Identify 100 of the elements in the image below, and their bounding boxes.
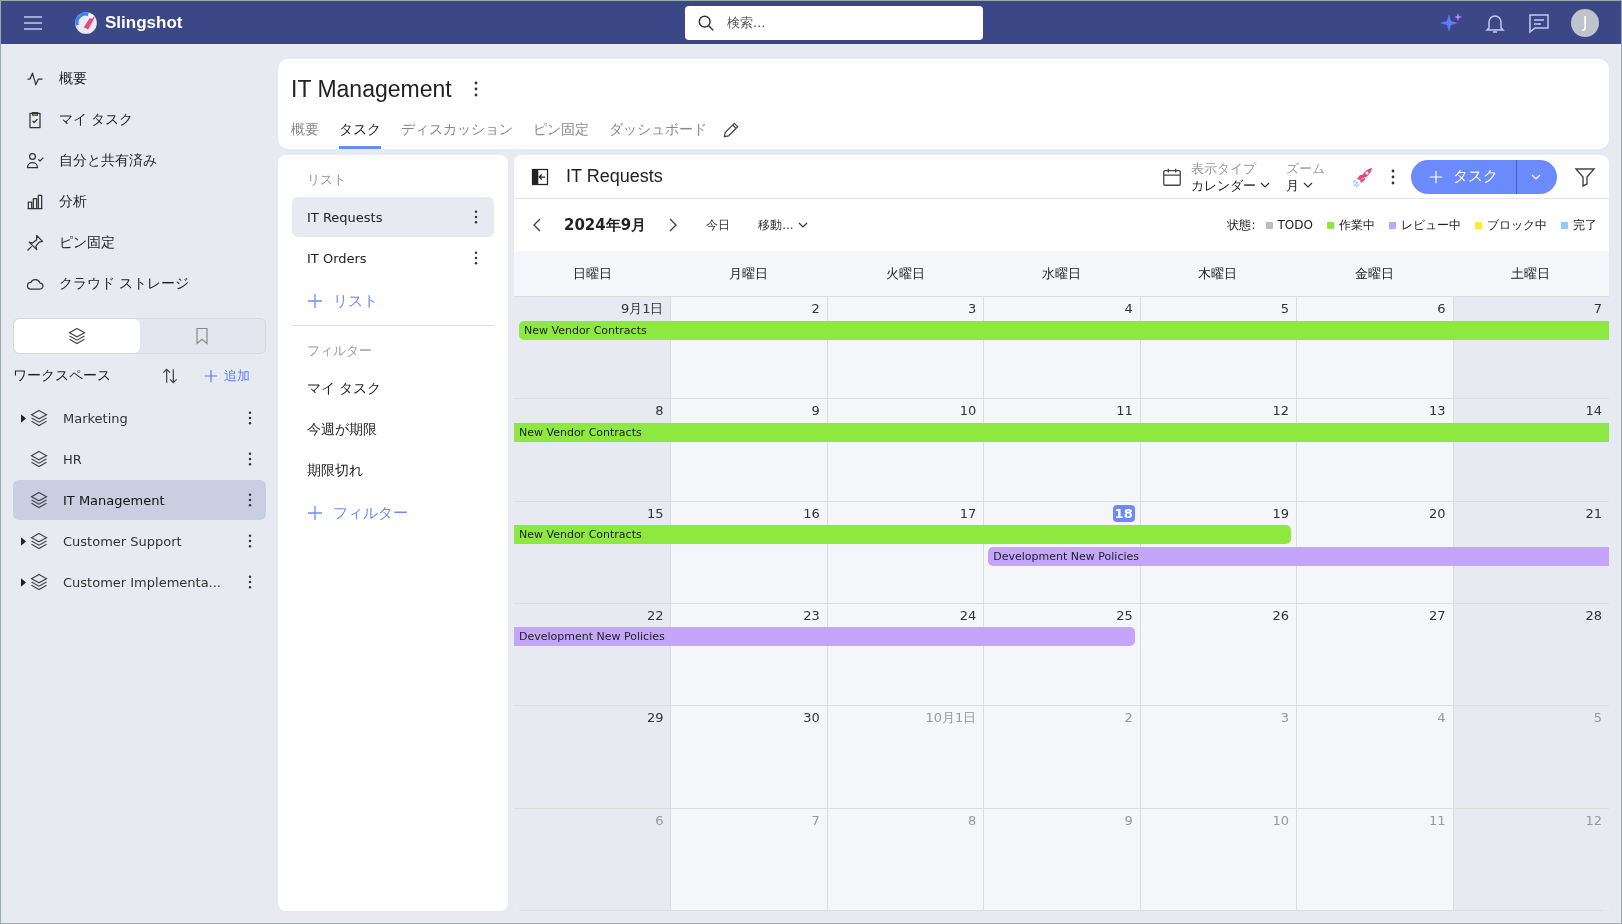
list-item[interactable]: IT Requests xyxy=(292,197,494,237)
day-number: 6 xyxy=(654,811,665,829)
day-number: 7 xyxy=(810,811,821,829)
plus-icon xyxy=(307,293,323,309)
day-number: 12 xyxy=(1271,402,1291,420)
project-title: IT Management xyxy=(291,75,452,103)
event-bar[interactable]: New Vendor Contracts xyxy=(514,422,1609,442)
weekday-header: 木曜日 xyxy=(1197,264,1239,283)
filters-heading: フィルター xyxy=(306,342,373,360)
status-label: 作業中 xyxy=(1339,216,1375,234)
day-number: 11 xyxy=(1115,402,1134,420)
day-number: 26 xyxy=(1271,607,1291,624)
previous-month-icon[interactable] xyxy=(532,217,542,233)
search-field[interactable]: 検索... xyxy=(685,5,983,40)
project-tab[interactable]: ディスカッション xyxy=(401,111,513,149)
day-number: 22 xyxy=(645,607,665,624)
workspace-item[interactable]: Customer Implementa... xyxy=(13,562,266,602)
chevron-down-icon xyxy=(797,222,808,228)
event-bar[interactable]: New Vendor Contracts xyxy=(519,320,1609,340)
workspace-item[interactable]: IT Management xyxy=(13,480,266,520)
workspace-item[interactable]: Marketing xyxy=(13,398,266,438)
layers-icon xyxy=(29,572,49,592)
event-bar[interactable]: New Vendor Contracts xyxy=(514,525,1292,545)
expand-caret-icon[interactable] xyxy=(21,577,26,587)
nav-item[interactable]: 自分と共有済み xyxy=(25,140,266,181)
workspace-item[interactable]: HR xyxy=(13,439,266,479)
day-number: 14 xyxy=(1584,402,1603,420)
expand-caret-icon[interactable] xyxy=(21,413,26,423)
edit-icon[interactable] xyxy=(721,120,741,140)
next-month-icon[interactable] xyxy=(668,217,679,233)
more-icon[interactable] xyxy=(248,493,252,507)
day-number: 5 xyxy=(1279,300,1291,317)
day-number: 25 xyxy=(1115,607,1134,624)
event-bar[interactable]: Development New Policies xyxy=(514,627,1135,647)
layers-icon xyxy=(29,490,49,510)
weekday-header: 月曜日 xyxy=(728,264,770,283)
filter-item[interactable]: 期限切れ xyxy=(292,450,494,491)
day-number: 7 xyxy=(1592,300,1603,317)
more-icon[interactable] xyxy=(473,81,478,97)
day-number: 30 xyxy=(802,709,821,727)
nav-item[interactable]: クラウド ストレージ xyxy=(25,263,266,304)
project-tab[interactable]: タスク xyxy=(339,111,381,149)
menu-icon[interactable] xyxy=(23,14,43,31)
project-tab[interactable]: ダッシュボード xyxy=(609,111,707,149)
project-tab[interactable]: ピン固定 xyxy=(533,111,589,149)
layers-icon xyxy=(29,408,49,428)
more-icon[interactable] xyxy=(1391,168,1395,185)
chevron-down-icon xyxy=(1260,182,1270,188)
day-number: 19 xyxy=(1271,504,1291,522)
day-number: 3 xyxy=(967,300,978,317)
day-number: 9 xyxy=(810,402,821,420)
layers-icon xyxy=(29,531,49,551)
day-number: 10月1日 xyxy=(924,709,978,727)
workspace-item[interactable]: Customer Support xyxy=(13,521,266,561)
go-to-button[interactable]: 移動... xyxy=(758,216,808,234)
plus-icon xyxy=(1429,169,1443,184)
nav-item[interactable]: 概要 xyxy=(25,58,266,99)
collapse-panel-icon[interactable] xyxy=(530,166,550,187)
day-number: 20 xyxy=(1428,504,1447,522)
day-number: 16 xyxy=(802,504,821,522)
nav-item[interactable]: 分析 xyxy=(25,181,266,222)
day-number: 2 xyxy=(810,300,821,317)
day-number: 17 xyxy=(958,504,978,522)
status-label: ブロック中 xyxy=(1487,216,1547,234)
app-name: Slingshot xyxy=(105,12,183,33)
filter-item[interactable]: 今週が期限 xyxy=(292,409,494,450)
day-number: 24 xyxy=(958,607,978,624)
day-number: 8 xyxy=(654,402,665,420)
status-label: レビュー中 xyxy=(1401,216,1461,234)
status-legend-label: 状態: xyxy=(1227,216,1256,234)
day-number: 6 xyxy=(1436,300,1447,317)
nav-item[interactable]: マイ タスク xyxy=(25,99,266,140)
search-icon xyxy=(697,13,715,32)
more-icon[interactable] xyxy=(474,210,478,224)
view-type-dropdown[interactable]: 表示タイプ カレンダー xyxy=(1191,159,1270,194)
status-label: TODO xyxy=(1277,218,1313,232)
zoom-dropdown[interactable]: ズーム 月 xyxy=(1286,159,1325,194)
workspaces-heading: ワークスペース xyxy=(13,367,112,385)
expand-caret-icon[interactable] xyxy=(21,536,26,546)
day-number: 29 xyxy=(645,709,665,727)
day-number: 4 xyxy=(1123,300,1134,317)
day-number: 21 xyxy=(1584,504,1603,522)
nav-item[interactable]: ピン固定 xyxy=(25,222,266,263)
day-number: 9月1日 xyxy=(619,300,665,317)
weekday-header: 水曜日 xyxy=(1041,264,1082,283)
more-icon[interactable] xyxy=(474,251,478,265)
more-icon[interactable] xyxy=(248,411,252,425)
layers-icon xyxy=(29,449,49,469)
day-number: 8 xyxy=(967,811,978,829)
more-icon[interactable] xyxy=(248,575,252,589)
project-tab[interactable]: 概要 xyxy=(291,111,319,149)
chevron-down-icon xyxy=(1303,182,1313,188)
more-icon[interactable] xyxy=(248,452,252,466)
event-bar[interactable]: Development New Policies xyxy=(988,547,1609,567)
filter-item[interactable]: マイ タスク xyxy=(292,368,494,409)
today-button[interactable]: 今日 xyxy=(706,216,731,234)
sort-icon[interactable] xyxy=(160,366,180,386)
list-item[interactable]: IT Orders xyxy=(292,238,494,278)
month-label: 2024年9月 xyxy=(564,215,647,235)
more-icon[interactable] xyxy=(248,534,252,548)
